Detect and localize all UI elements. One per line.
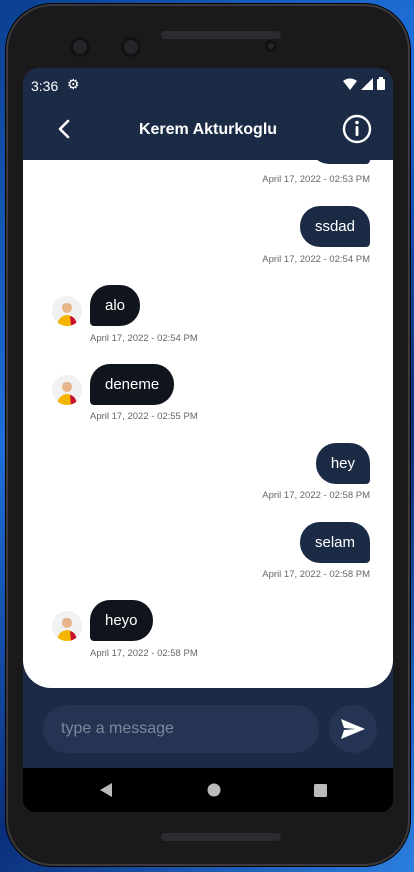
signal-icon [361, 77, 373, 90]
proximity-sensor [265, 40, 277, 52]
avatar-image [52, 296, 82, 326]
avatar [52, 375, 82, 405]
phone-frame: 3:36 ⚙ Kerem Akturkoglu April 17, 2022 - [6, 4, 410, 866]
avatar-image [52, 375, 82, 405]
battery-icon [377, 77, 385, 90]
status-time: 3:36 [31, 78, 59, 94]
triangle-back-icon [100, 783, 112, 797]
message-bubble-outgoing: hey [315, 443, 370, 484]
wifi-icon [343, 78, 357, 90]
status-icons [343, 77, 385, 90]
avatar-image [52, 611, 82, 641]
message-timestamp: April 17, 2022 - 02:55 PM [90, 411, 198, 422]
message-timestamp: April 17, 2022 - 02:53 PM [262, 174, 370, 185]
avatar [52, 611, 82, 641]
message-timestamp: April 17, 2022 - 02:58 PM [262, 569, 370, 580]
system-nav-bar [23, 768, 393, 812]
circle-home-icon [207, 783, 221, 797]
message-input[interactable] [43, 705, 319, 753]
app-header: Kerem Akturkoglu [23, 102, 393, 158]
message-bubble-outgoing: selam [299, 522, 370, 563]
phone-screen: 3:36 ⚙ Kerem Akturkoglu April 17, 2022 - [23, 68, 393, 812]
earpiece-speaker [161, 31, 281, 39]
message-bubble-incoming: heyo [90, 600, 153, 641]
nav-recents-button[interactable] [308, 778, 332, 802]
bottom-speaker [161, 833, 281, 841]
message-bubble-incoming: deneme [90, 364, 175, 405]
front-camera [70, 37, 90, 57]
message-timestamp: April 17, 2022 - 02:54 PM [90, 333, 198, 344]
composer-bar [23, 688, 393, 768]
message-timestamp: April 17, 2022 - 02:54 PM [262, 254, 370, 265]
nav-back-button[interactable] [94, 778, 118, 802]
message-timestamp: April 17, 2022 - 02:58 PM [262, 490, 370, 501]
info-icon[interactable] [341, 113, 373, 145]
message-timestamp: April 17, 2022 - 02:58 PM [90, 648, 198, 659]
message-bubble-outgoing: ssdad [299, 206, 370, 247]
front-sensor [121, 37, 141, 57]
page-title: Kerem Akturkoglu [138, 121, 278, 138]
gear-icon: ⚙ [67, 76, 80, 92]
nav-home-button[interactable] [202, 778, 226, 802]
message-bubble-incoming: alo [90, 285, 141, 326]
send-button[interactable] [329, 705, 377, 753]
message-bubble-outgoing [310, 160, 370, 164]
message-list[interactable]: April 17, 2022 - 02:53 PM ssdad April 17… [23, 160, 393, 688]
avatar [52, 296, 82, 326]
square-recents-icon [313, 783, 327, 797]
send-icon [341, 719, 365, 739]
status-bar: 3:36 ⚙ [23, 68, 393, 102]
